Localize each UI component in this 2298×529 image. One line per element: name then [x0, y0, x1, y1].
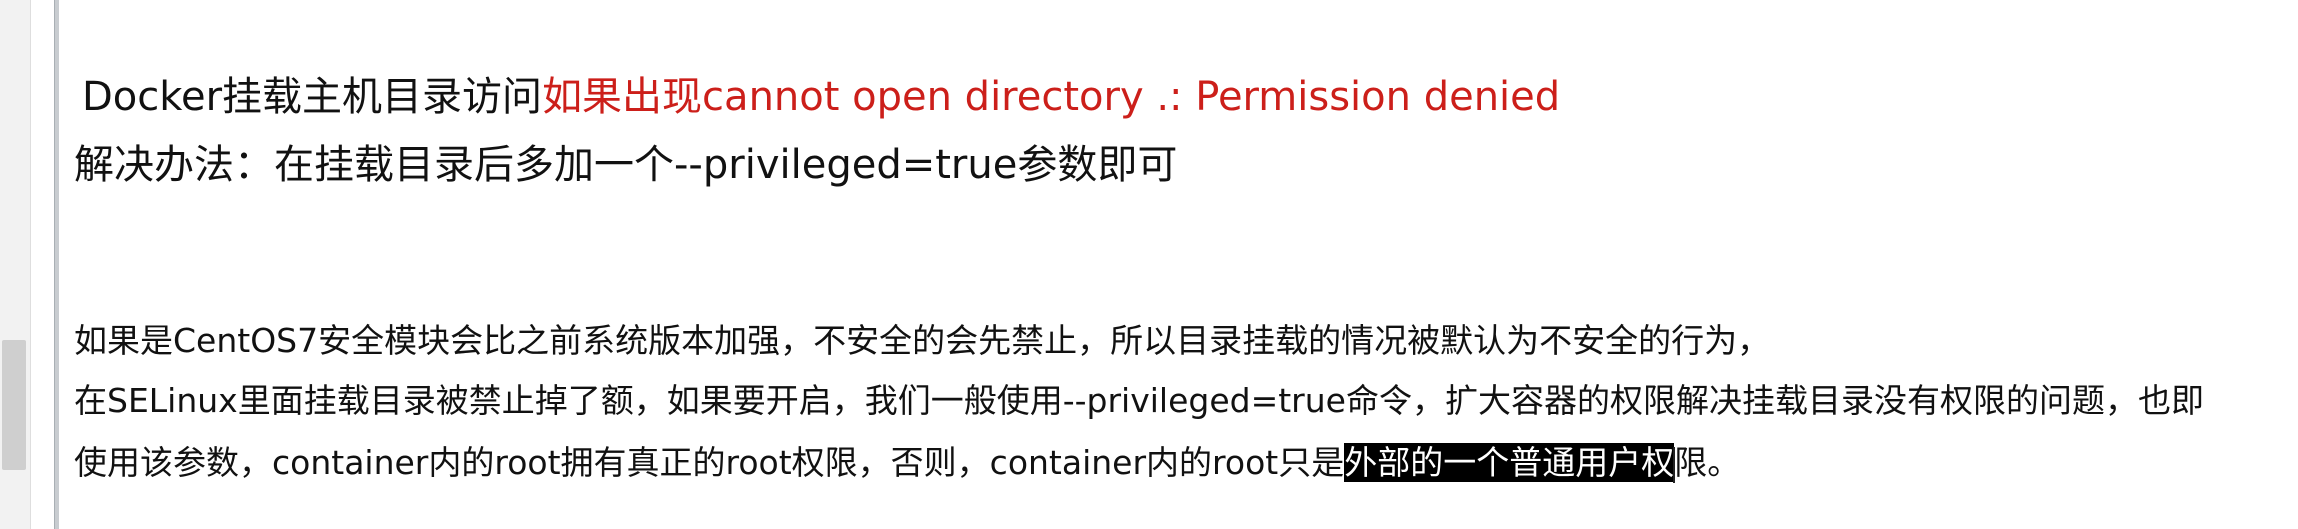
document-window: Docker挂载主机目录访问如果出现cannot open directory … [0, 0, 2298, 529]
paragraph-line-1: 如果是CentOS7安全模块会比之前系统版本加强，不安全的会先禁止，所以目录挂载… [74, 321, 1771, 360]
paragraph-line-3: 使用该参数，container内的root拥有真正的root权限，否则，cont… [74, 440, 1740, 486]
selected-text[interactable]: 外部的一个普通用户权 [1344, 443, 1675, 482]
paragraph-line-2: 在SELinux里面挂载目录被禁止掉了额，如果要开启，我们一般使用--privi… [74, 381, 2204, 420]
heading-error-text: 如果出现cannot open directory .: Permission … [542, 74, 1561, 120]
paragraph-line-3-end: 限。 [1674, 443, 1741, 482]
heading-prefix: Docker挂载主机目录访问 [82, 74, 543, 120]
heading-line: Docker挂载主机目录访问如果出现cannot open directory … [82, 70, 1560, 124]
vertical-scrollbar[interactable] [0, 0, 31, 529]
solution-line: 解决办法：在挂载目录后多加一个--privileged=true参数即可 [74, 142, 1178, 188]
paragraph-line-3-text: 使用该参数，container内的root拥有真正的root权限，否则，cont… [74, 443, 1345, 482]
page-margin-edge [54, 0, 59, 529]
document-body[interactable]: Docker挂载主机目录访问如果出现cannot open directory … [74, 0, 2284, 529]
scrollbar-thumb[interactable] [2, 340, 26, 470]
